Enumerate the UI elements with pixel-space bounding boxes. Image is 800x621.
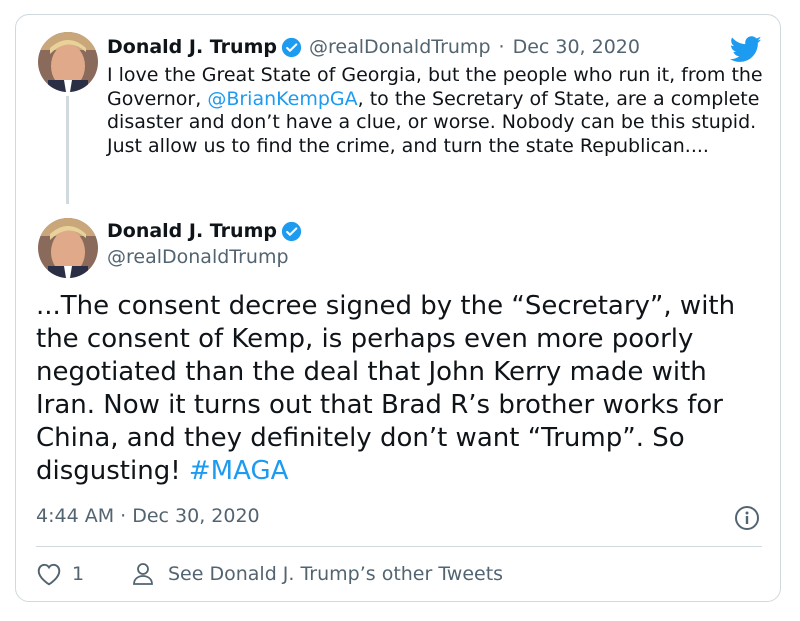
info-icon[interactable] — [734, 505, 760, 531]
mention-link[interactable]: @BrianKempGA — [207, 88, 357, 110]
hashtag-link[interactable]: #MAGA — [189, 456, 288, 486]
avatar[interactable] — [38, 32, 98, 92]
main-tweet-author: Donald J. Trump — [107, 220, 309, 242]
tweet-timestamp[interactable]: 4:44 AM · Dec 30, 2020 — [36, 505, 260, 527]
reply-tweet-header: Donald J. Trump @realDonaldTrump · Dec 3… — [107, 36, 640, 58]
like-count: 1 — [72, 563, 85, 585]
main-tweet-handle-row: @realDonaldTrump — [107, 246, 289, 268]
reply-tweet-text: I love the Great State of Georgia, but t… — [107, 64, 767, 158]
heart-icon — [36, 562, 62, 586]
author-name[interactable]: Donald J. Trump — [107, 36, 277, 58]
main-text-body: ...The consent decree signed by the “Sec… — [36, 291, 736, 486]
avatar[interactable] — [38, 218, 98, 278]
thread-connector — [66, 96, 69, 204]
like-button[interactable]: 1 — [36, 562, 84, 586]
see-other-tweets-label: See Donald J. Trump’s other Tweets — [168, 563, 504, 585]
author-handle[interactable]: @realDonaldTrump — [107, 246, 289, 268]
see-other-tweets-link[interactable]: See Donald J. Trump’s other Tweets — [132, 562, 503, 586]
author-handle[interactable]: @realDonaldTrump — [309, 36, 491, 58]
main-tweet-text: ...The consent decree signed by the “Sec… — [36, 290, 766, 488]
verified-badge-icon — [281, 221, 302, 242]
tweet-date[interactable]: Dec 30, 2020 — [513, 36, 640, 58]
person-icon — [132, 562, 154, 586]
twitter-bird-icon[interactable] — [729, 36, 762, 64]
author-name[interactable]: Donald J. Trump — [107, 220, 277, 242]
divider — [36, 546, 762, 547]
verified-badge-icon — [281, 37, 302, 58]
separator-dot: · — [498, 36, 505, 58]
